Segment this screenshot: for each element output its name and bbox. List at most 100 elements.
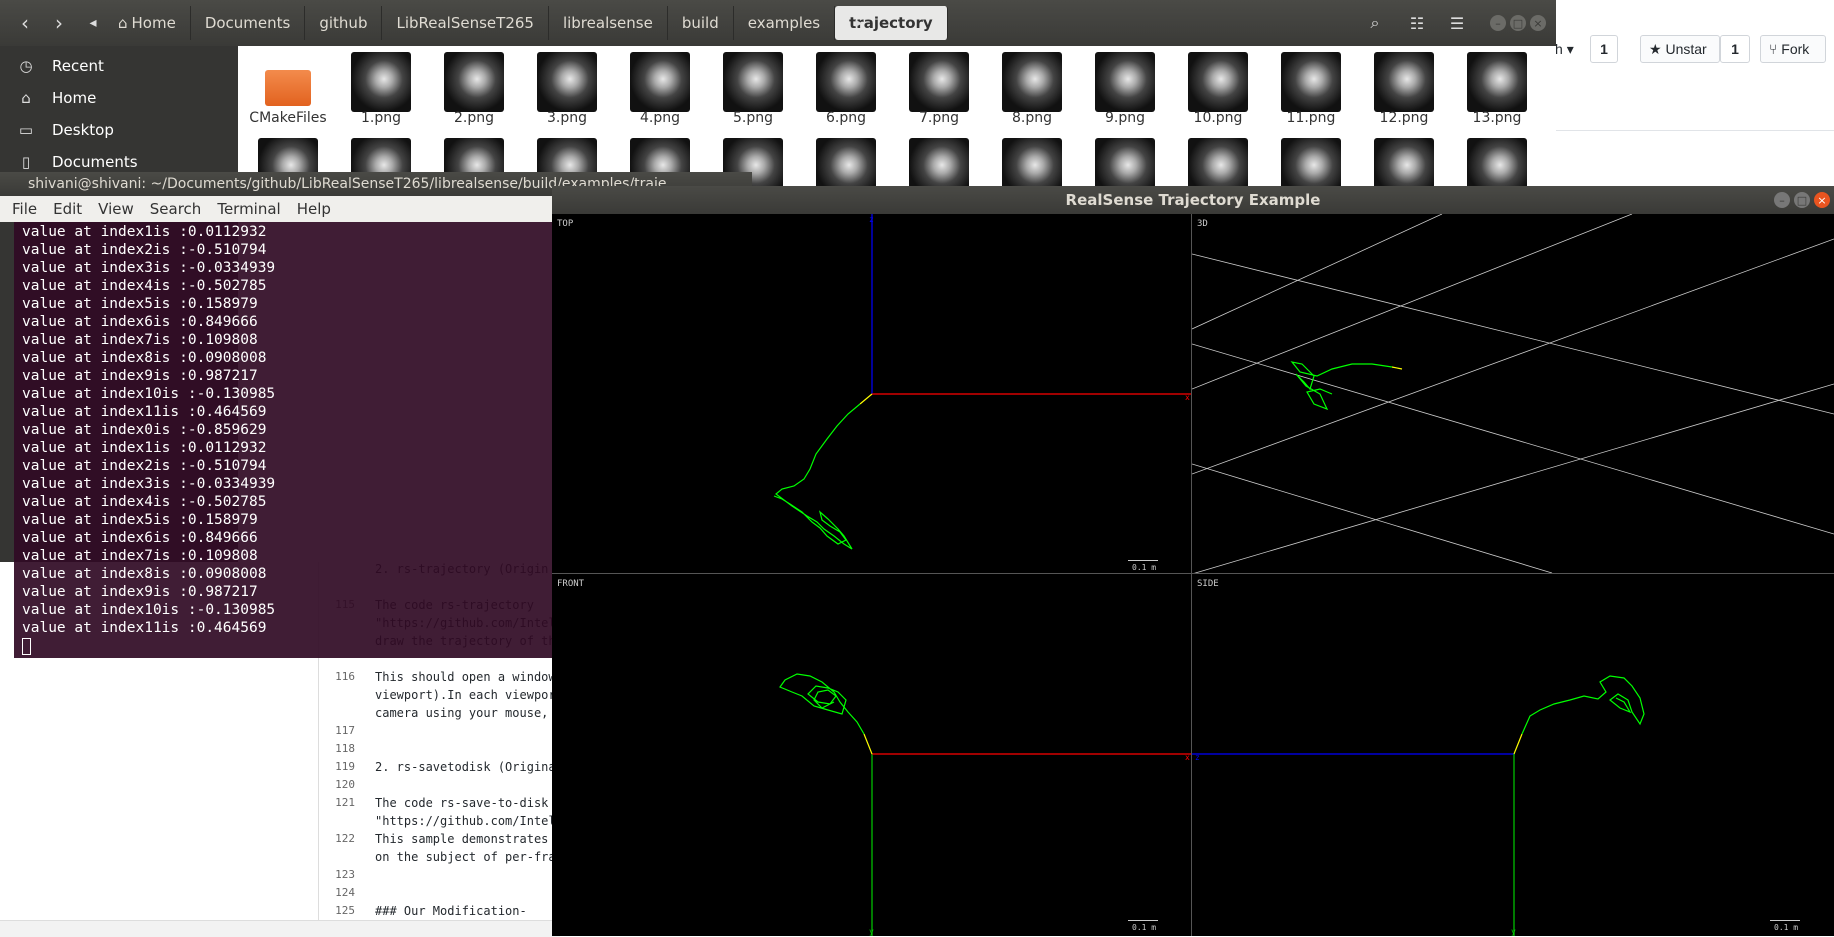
terminal-line: value at index5is :0.158979 [22,296,258,312]
viewport-side[interactable]: SIDE z y 0.1 m [1192,574,1834,936]
recent-trajectory-path [863,733,873,755]
path-scroll-right-button[interactable]: ▸ [844,8,874,38]
line-number: 117 [335,724,355,737]
image-thumbnail [1002,52,1062,112]
image-thumbnail [723,52,783,112]
file-name: 7.png [918,110,959,126]
breadcrumb-label: examples [747,14,821,32]
trajectory-path [773,403,861,550]
search-button[interactable]: ⌕ [1358,6,1392,40]
rs-minimize-button[interactable]: – [1774,192,1790,208]
maximize-icon: □ [1796,193,1808,207]
terminal-menu-item[interactable]: Help [297,200,331,218]
scale-label: 0.1 m [1132,563,1157,572]
breadcrumb-item[interactable]: LibRealSenseT265 [382,6,549,40]
folder-icon: ▭ [18,121,34,139]
image-thumbnail [1281,52,1341,112]
code-line: This should open a window [375,670,556,684]
code-line: "https://github.com/Intel [375,814,556,828]
sidebar-item-label: Desktop [52,121,114,139]
recent-trajectory-path [859,393,873,405]
image-thumbnail [816,52,876,112]
line-number: 119 [335,760,355,773]
menu-button[interactable]: ☰ [1440,6,1474,40]
terminal-line: value at index3is :-0.0334939 [22,260,276,276]
scale-bar [1128,560,1158,561]
divider [1540,130,1834,131]
breadcrumb: ⌂ Home Documents github LibRealSenseT265 libr… [104,6,948,40]
line-number: 120 [335,778,355,791]
rs-close-button[interactable]: × [1814,192,1830,208]
front-view-plot: x y [779,673,1191,936]
terminal-line: value at index7is :0.109808 [22,332,258,348]
file-name: 3.png [546,110,587,126]
terminal-line: value at index4is :-0.502785 [22,494,267,510]
sidebar-item[interactable]: ◷ Recent [0,50,238,82]
file-name: CMakeFiles [249,110,327,126]
sidebar-item[interactable]: ⌂ Home [0,82,238,114]
terminal-cursor [22,638,31,655]
terminal-menu-item[interactable]: Edit [53,200,82,218]
code-line: camera using your mouse, [375,706,549,720]
unstar-button[interactable]: ★ Unstar [1640,35,1720,63]
close-button[interactable]: × [1530,15,1546,31]
terminal-line: value at index5is :0.158979 [22,512,258,528]
unstar-label: Unstar [1665,41,1707,57]
close-icon: × [1533,16,1543,30]
line-number: 125 [335,904,355,917]
star-count[interactable]: 1 [1720,35,1750,63]
minimize-icon: – [1495,16,1501,30]
breadcrumb-item[interactable]: build [668,6,734,40]
maximize-button[interactable]: □ [1510,15,1526,31]
image-thumbnail [351,52,411,112]
document-icon: ▯ [21,153,31,171]
recent-trajectory-path-3d [1391,366,1403,370]
minimize-button[interactable]: – [1490,15,1506,31]
terminal-line: value at index8is :0.0908008 [22,350,267,366]
image-thumbnail [1188,52,1248,112]
watch-count[interactable]: 1 [1590,35,1618,63]
terminal-menu-item[interactable]: File [12,200,37,218]
github-repo-actions: ch ▾ 1 ★ Unstar 1 ⑂ Fork [1540,30,1834,70]
rs-maximize-button[interactable]: □ [1794,192,1810,208]
terminal-line: value at index1is :0.0112932 [22,440,267,456]
file-grid: CMakeFiles 1.png 2.png 3.png 4.png 5.png 6.png… [238,46,1556,198]
terminal-line: value at index0is :-0.859629 [22,422,267,438]
fork-button[interactable]: ⑂ Fork [1760,35,1826,63]
file-name: 6.png [825,110,866,126]
code-line: ### Our Modification- [375,904,527,918]
view-toggle-button[interactable]: ☷ [1400,6,1434,40]
terminal-menu-item[interactable]: Terminal [217,200,280,218]
back-button[interactable]: ‹ [10,8,40,38]
breadcrumb-item[interactable]: ⌂ Home [104,6,191,40]
list-view-icon: ☷ [1409,13,1425,33]
viewport-top[interactable]: TOP x z 0.1 m [552,214,1192,574]
file-name: 10.png [1193,110,1243,126]
viewport-3d[interactable]: 3D [1192,214,1834,574]
file-name: 9.png [1104,110,1145,126]
file-manager-header: ‹ › ◂ ⌂ Home Documents github LibRealSenseT2… [0,0,1556,46]
home-icon: ⌂ [118,14,128,32]
breadcrumb-item[interactable]: examples [734,6,836,40]
breadcrumb-label: Home [131,14,176,32]
breadcrumb-item[interactable]: librealsense [549,6,668,40]
realsense-title[interactable]: RealSense Trajectory Example [552,186,1834,214]
terminal-menu-item[interactable]: Search [150,200,202,218]
terminal-line: value at index9is :0.987217 [22,368,258,384]
code-line: 2. rs-savetodisk (Origina [375,760,556,774]
viewport-front[interactable]: FRONT x y 0.1 m [552,574,1192,936]
line-number: 122 [335,832,355,845]
terminal-line: value at index2is :-0.510794 [22,458,267,474]
sidebar-item[interactable]: ▭ Desktop [0,114,238,146]
terminal-menu-item[interactable]: View [98,200,134,218]
breadcrumb-item[interactable]: Documents [191,6,306,40]
file-name: 1.png [360,110,401,126]
forward-button[interactable]: › [44,8,74,38]
terminal-line: value at index7is :0.109808 [22,548,258,564]
realsense-window: RealSense Trajectory Example – □ × TOP x… [552,186,1834,936]
terminal-line: value at index3is :-0.0334939 [22,476,276,492]
status-bar [0,920,560,937]
recent-trajectory-path [1513,733,1523,755]
breadcrumb-item[interactable]: github [305,6,383,40]
scale-label: 0.1 m [1774,923,1799,932]
